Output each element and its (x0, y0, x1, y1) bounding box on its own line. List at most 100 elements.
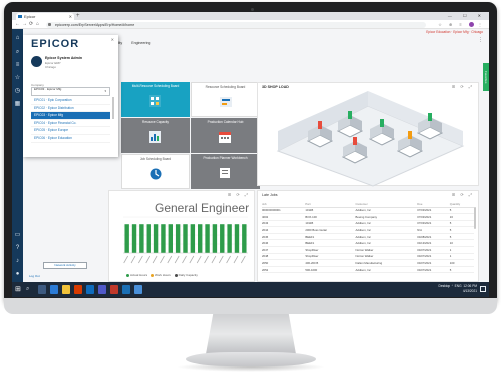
table-row[interactable]: 2048 ShopRiser Norton Walker 04/07/2021 1 (262, 253, 474, 261)
browser-tab[interactable]: Epicor ✕ (16, 13, 74, 20)
company-option[interactable]: EPIC03 · Epicor Mfg (31, 112, 110, 120)
chart-bar[interactable] (234, 224, 240, 253)
teams-icon[interactable] (98, 285, 106, 294)
table-cell: BEEF1 (305, 233, 356, 241)
tile-resource-scheduling[interactable]: Resource Scheduling Board (191, 82, 260, 117)
help-nav-icon[interactable]: ? (14, 245, 21, 252)
chart-bar[interactable] (139, 224, 144, 253)
panel-tools-icon[interactable]: ⊞ ⟳ ⤢ (452, 84, 474, 89)
chart-bar[interactable] (227, 224, 232, 253)
chart-bar[interactable] (212, 224, 218, 253)
home-nav-icon[interactable]: ⌂ (14, 35, 21, 42)
browser-icon[interactable] (134, 285, 142, 294)
table-cell: 5 (449, 207, 474, 215)
calendar-icon (219, 132, 231, 143)
chart-bar[interactable] (175, 224, 181, 253)
table-cell: 000000000001 (262, 207, 306, 215)
close-tab-icon[interactable]: ✕ (69, 13, 72, 20)
table-row[interactable]: 2046 BEEF1 Addison, Inc 04/13/2021 10 (262, 239, 474, 248)
log-out-link[interactable]: Log Out (29, 274, 40, 278)
chart-bar[interactable] (146, 224, 151, 253)
x-tick-label (145, 255, 151, 264)
window-controls[interactable]: — ☐ ✕ (448, 12, 486, 20)
tile-resource-capacity[interactable]: Resource Capacity (121, 118, 190, 153)
file-explorer-icon[interactable] (62, 285, 70, 294)
table-cell: 5 (449, 220, 474, 228)
table-cell: 07/03/2021 (417, 220, 450, 228)
new-tab-button[interactable]: + (76, 12, 80, 20)
home-icon[interactable]: ⌂ (36, 20, 39, 29)
back-icon[interactable]: ← (15, 20, 20, 29)
forward-icon[interactable]: → (22, 20, 27, 29)
x-tick-label (218, 255, 224, 264)
table-row[interactable]: 2050 400-200 B Dalton Manufacturing 04/07/2… (262, 259, 474, 267)
table-cell: ShopRiser (305, 246, 356, 254)
company-option[interactable]: EPIC06 · Epicor Education (31, 135, 110, 143)
table-row[interactable]: 2043 1011B Addison, Inc 07/03/2021 5 (262, 220, 474, 228)
chart-bar[interactable] (124, 224, 129, 253)
chart-bar[interactable] (183, 224, 188, 253)
url-field[interactable]: epicorerp.com/ErpServer/Apps/Erp/Home/#/… (46, 21, 426, 28)
table-row[interactable]: 2052 500-1000 Addison, Inc 04/07/2021 5 (262, 266, 474, 274)
chart-bar[interactable] (131, 224, 137, 253)
extension-icons[interactable]: ☆ ⊕ ≡ ⋮ (438, 20, 485, 29)
table-row[interactable]: 4002 BOX-100 Boeing Company 07/03/2021 16 (262, 213, 474, 221)
task-view-icon[interactable] (38, 285, 46, 294)
chart-bar[interactable] (242, 224, 247, 253)
tile-multi-resource-scheduling[interactable]: Multi-Resource Scheduling Board (121, 82, 190, 117)
company-list-scrollbar[interactable] (112, 97, 114, 119)
table-scrollbar[interactable] (474, 207, 476, 229)
factory-floor-3d-view[interactable] (258, 91, 478, 187)
chart-bar[interactable] (205, 224, 210, 253)
favorites-nav-icon[interactable]: ☆ (14, 75, 21, 82)
company-option[interactable]: EPIC05 · Epicor Europe (31, 127, 110, 135)
reload-icon[interactable]: ⟳ (29, 20, 33, 29)
chart-bar[interactable] (153, 224, 159, 253)
table-row[interactable]: 2044 2000 Boss Guitar Addison, Inc N/A 5 (262, 226, 474, 234)
system-tray[interactable]: Desktop ⌃ ENG 12:06 PM 4/13/2021 (439, 284, 477, 294)
user-nav-icon[interactable]: ● (14, 271, 21, 278)
favorites-side-tab[interactable]: Favorites (483, 63, 489, 91)
office-icon[interactable] (74, 285, 82, 294)
apps-nav-icon[interactable]: ▦ (14, 101, 21, 108)
outlook-icon[interactable] (86, 285, 94, 294)
scheduling-board-icon (149, 95, 161, 107)
word-icon[interactable] (122, 285, 130, 294)
chart-bar[interactable] (161, 224, 166, 253)
tab-engineering[interactable]: Engineering (131, 41, 150, 45)
network-activity-button[interactable]: Network Activity (43, 262, 87, 269)
tile-production-calendar[interactable]: Production Calendar Hub (191, 118, 260, 153)
chart-bar[interactable] (198, 224, 203, 253)
more-options-icon[interactable]: ⋮ (478, 37, 483, 43)
legend-actual: Actual Hours (130, 273, 148, 277)
user-location: Chicago (45, 65, 57, 69)
menu-nav-icon[interactable]: ≡ (14, 62, 21, 69)
notification-icon[interactable] (480, 286, 486, 292)
company-option[interactable]: EPIC02 · Epicor Distribution (31, 105, 110, 113)
jobs-tools-icon[interactable]: ⊞ ⟳ ⤢ (452, 192, 474, 197)
table-row[interactable]: 2045 BEEF1 Addison, Inc 04/08/2021 5 (262, 233, 474, 241)
company-select[interactable]: EPIC03 · Epicor Mfg ▾ (31, 87, 110, 96)
history-nav-icon[interactable]: ◷ (14, 88, 21, 95)
table-cell: BOX-100 (305, 213, 356, 221)
epicor-app-icon[interactable] (110, 285, 118, 294)
close-icon[interactable]: ✕ (111, 37, 114, 42)
notifications-nav-icon[interactable]: ♪ (14, 258, 21, 265)
chat-nav-icon[interactable]: ▭ (14, 232, 21, 239)
chart-tools-icon[interactable]: ⊞ ⟳ ⤢ (228, 192, 250, 197)
profile-avatar-icon[interactable] (468, 22, 474, 28)
table-row[interactable]: 000000000001 1011B Addison, Inc 07/03/2021 5 (262, 207, 474, 215)
chart-bar[interactable] (220, 224, 225, 253)
search-nav-icon[interactable]: ⌕ (14, 49, 21, 56)
tile-job-scheduling[interactable]: Job Scheduling Board (121, 154, 190, 189)
tile-production-planner[interactable]: Production Planner Workbench (191, 154, 260, 189)
company-option[interactable]: EPIC01 · Epic Corporation (31, 97, 110, 105)
company-option[interactable]: EPIC04 · Epicor Financial Co. (31, 120, 110, 128)
table-row[interactable]: 2047 ShopRiser Norton Walker 04/07/2021 1 (262, 246, 474, 254)
search-icon[interactable]: ⌕ (26, 285, 33, 293)
chart-bar[interactable] (168, 224, 173, 253)
epicor-favicon-icon (18, 15, 22, 18)
chart-bar[interactable] (190, 224, 196, 253)
start-icon[interactable]: ⊞ (15, 286, 22, 293)
edge-browser-icon[interactable] (50, 285, 58, 294)
